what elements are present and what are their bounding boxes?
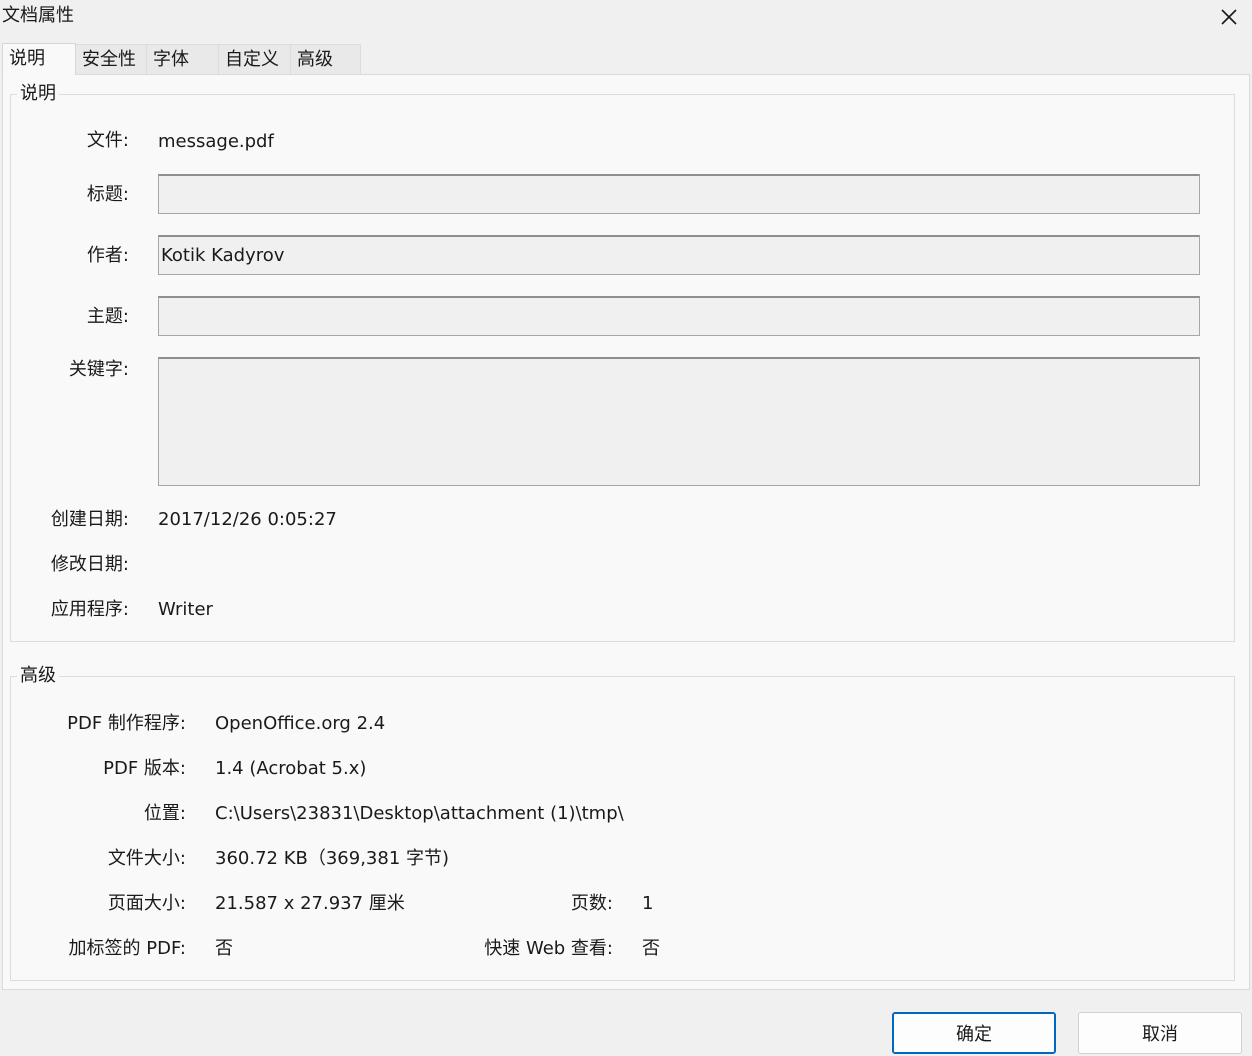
tab-description[interactable]: 说明 [2, 43, 76, 75]
created-value: 2017/12/26 0:05:27 [158, 509, 337, 530]
description-legend: 说明 [17, 82, 59, 106]
tagged-label: 加标签的 PDF: [68, 938, 186, 959]
cancel-button[interactable]: 取消 [1078, 1012, 1242, 1054]
close-icon [1221, 9, 1237, 25]
author-label: 作者: [86, 245, 129, 266]
advanced-legend: 高级 [17, 664, 59, 688]
pagecount-label: 页数: [570, 893, 613, 914]
author-field[interactable] [158, 235, 1200, 275]
pagesize-label: 页面大小: [107, 893, 186, 914]
pagesize-value: 21.587 x 27.937 厘米 [215, 893, 405, 914]
producer-label: PDF 制作程序: [67, 713, 186, 734]
version-label: PDF 版本: [103, 758, 186, 779]
tab-fonts[interactable]: 字体 [146, 44, 219, 74]
tab-panel: 说明 文件: message.pdf 标题: 作者: 主题: 关键字: 创建日期… [2, 74, 1250, 990]
producer-value: OpenOffice.org 2.4 [215, 713, 386, 734]
fastweb-label: 快速 Web 查看: [484, 938, 613, 959]
file-value: message.pdf [158, 131, 274, 152]
created-label: 创建日期: [50, 509, 129, 530]
tagged-value: 否 [215, 938, 233, 959]
fastweb-value: 否 [642, 938, 660, 959]
application-label: 应用程序: [50, 599, 129, 620]
version-value: 1.4 (Acrobat 5.x) [215, 758, 367, 779]
tab-advanced[interactable]: 高级 [290, 44, 361, 74]
subject-field[interactable] [158, 296, 1200, 336]
description-group: 说明 文件: message.pdf 标题: 作者: 主题: 关键字: 创建日期… [10, 82, 1235, 642]
title-label: 标题: [86, 184, 129, 205]
filesize-label: 文件大小: [107, 848, 186, 869]
location-value: C:\Users\23831\Desktop\attachment (1)\tm… [215, 803, 624, 824]
title-bar: 文档属性 [0, 0, 1252, 34]
ok-button[interactable]: 确定 [892, 1012, 1056, 1054]
tab-custom[interactable]: 自定义 [218, 44, 291, 74]
filesize-value: 360.72 KB（369,381 字节) [215, 848, 450, 869]
tab-strip: 说明 安全性 字体 自定义 高级 [2, 43, 361, 75]
keywords-label: 关键字: [68, 359, 129, 380]
file-label: 文件: [86, 130, 129, 151]
close-button[interactable] [1206, 0, 1252, 34]
tab-security[interactable]: 安全性 [75, 44, 147, 74]
keywords-field[interactable] [158, 357, 1200, 486]
title-field[interactable] [158, 174, 1200, 214]
pagecount-value: 1 [642, 893, 654, 914]
advanced-group: 高级 PDF 制作程序: OpenOffice.org 2.4 PDF 版本: … [10, 664, 1235, 981]
subject-label: 主题: [86, 306, 129, 327]
location-label: 位置: [143, 803, 186, 824]
modified-label: 修改日期: [50, 554, 129, 575]
application-value: Writer [158, 599, 213, 620]
dialog-title: 文档属性 [2, 5, 74, 26]
